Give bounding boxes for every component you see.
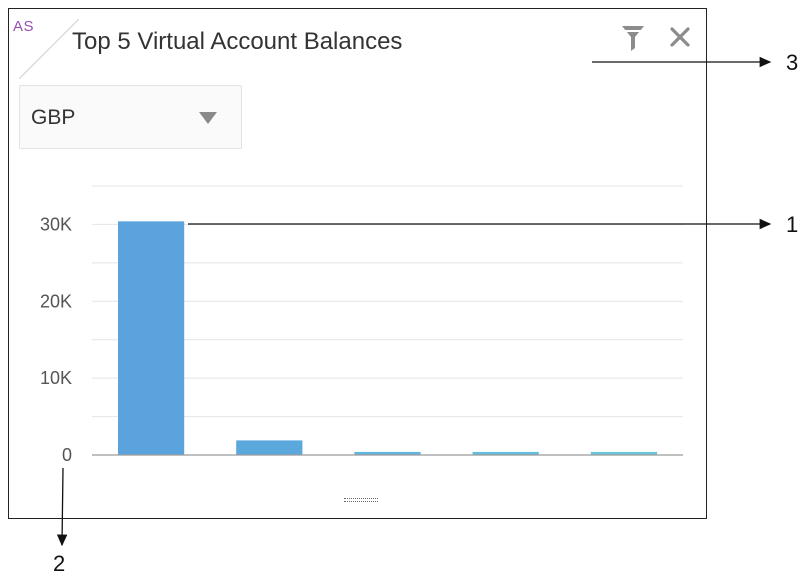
callout-lines: [56, 56, 772, 547]
callout-label-3: 3: [786, 50, 799, 75]
callout-label-2: 2: [53, 551, 66, 576]
callout-arrow-2: [56, 467, 68, 547]
callout-label-1: 1: [786, 212, 799, 237]
